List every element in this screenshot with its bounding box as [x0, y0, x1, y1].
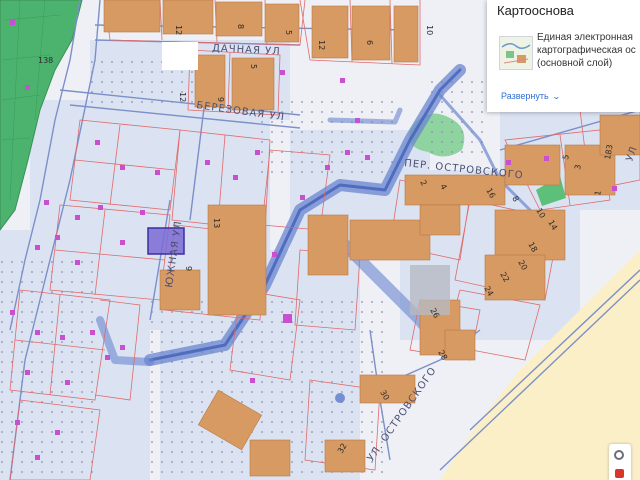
layer-panel: Картооснова Единая электронная картограф… — [487, 0, 640, 112]
expand-label: Развернуть — [501, 91, 549, 101]
report-icon[interactable] — [615, 469, 624, 478]
expand-link[interactable]: Развернуть ⌄ — [501, 91, 561, 101]
layer-desc-line: картографическая ос — [537, 45, 636, 56]
parcel-number: 8 — [236, 24, 245, 29]
chevron-down-icon: ⌄ — [551, 92, 561, 101]
parcel-number: 5 — [284, 30, 293, 35]
parcel-number: 12 — [178, 92, 187, 102]
parcel-number: 5 — [249, 64, 258, 69]
map-thumbnail-icon[interactable] — [499, 36, 533, 70]
parcel-number: 12 — [317, 40, 326, 50]
parcel-number: 6 — [365, 40, 374, 45]
marker-dot — [335, 393, 345, 403]
parcel-number: 13 — [212, 218, 221, 228]
layer-desc-line: (основной слой) — [537, 58, 613, 69]
locate-icon[interactable] — [614, 450, 624, 460]
white-lot — [162, 42, 198, 70]
panel-title: Картооснова — [497, 3, 574, 18]
parcel-number: 12 — [174, 25, 183, 35]
parcel-number: 10 — [425, 25, 434, 35]
parcel-number: 9 — [184, 266, 193, 271]
grey-block — [410, 265, 450, 315]
layer-description: Единая электронная картографическая ос (… — [537, 31, 640, 70]
layer-desc-line: Единая электронная — [537, 32, 633, 43]
parcel-number: 138 — [38, 56, 53, 65]
parcel-number: 9 — [216, 97, 225, 102]
map-corner-control[interactable] — [609, 444, 631, 480]
